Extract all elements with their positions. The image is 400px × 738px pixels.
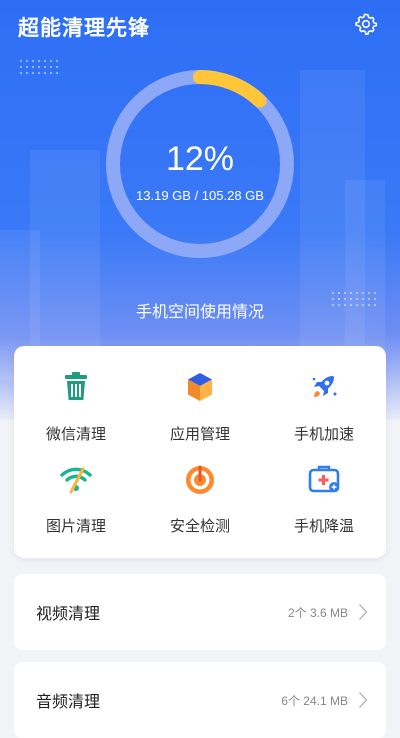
tool-security-check[interactable]: 安全检测 <box>138 462 262 554</box>
gear-icon[interactable] <box>354 12 378 36</box>
trash-icon <box>59 370 93 409</box>
tool-image-clean[interactable]: 图片清理 <box>14 462 138 554</box>
app-title: 超能清理先锋 <box>18 17 150 40</box>
tool-phone-boost[interactable]: 手机加速 <box>262 370 386 462</box>
tool-label: 图片清理 <box>45 518 106 535</box>
list-item-label: 视频清理 <box>36 606 101 623</box>
chevron-right-icon <box>358 603 368 621</box>
tool-app-manage[interactable]: 应用管理 <box>138 370 262 462</box>
tool-label: 手机加速 <box>293 426 354 443</box>
list-item-info: 6个 24.1 MB <box>281 693 348 708</box>
chevron-right-icon <box>358 691 368 709</box>
target-icon <box>183 462 217 501</box>
storage-percent: 12% <box>165 140 235 178</box>
tool-label: 微信清理 <box>45 426 106 443</box>
tool-phone-cool[interactable]: 手机降温 <box>262 462 386 554</box>
list-item-info: 2个 3.6 MB <box>287 605 348 620</box>
list-item-audio-clean[interactable]: 音频清理 6个 24.1 MB <box>14 662 386 738</box>
tool-label: 应用管理 <box>169 426 230 443</box>
list-item-video-clean[interactable]: 视频清理 2个 3.6 MB <box>14 574 386 650</box>
storage-label: 手机空间使用情况 <box>135 304 264 321</box>
tool-label: 安全检测 <box>169 518 230 535</box>
list-item-label: 音频清理 <box>36 694 101 711</box>
medkit-icon <box>307 462 341 501</box>
wifi-icon <box>59 462 93 501</box>
storage-usage: 13.19 GB / 105.28 GB <box>136 188 264 203</box>
storage-ring: 12% 13.19 GB / 105.28 GB <box>100 64 300 264</box>
rocket-icon <box>307 370 341 409</box>
tool-label: 手机降温 <box>293 518 354 535</box>
cube-icon <box>183 370 217 409</box>
background-bar <box>30 150 100 360</box>
tool-wechat-clean[interactable]: 微信清理 <box>14 370 138 462</box>
dot-pattern <box>18 58 62 78</box>
tools-card: 微信清理 应用管理 手机加速 图片清理 安全检测 手机降温 <box>14 346 386 558</box>
